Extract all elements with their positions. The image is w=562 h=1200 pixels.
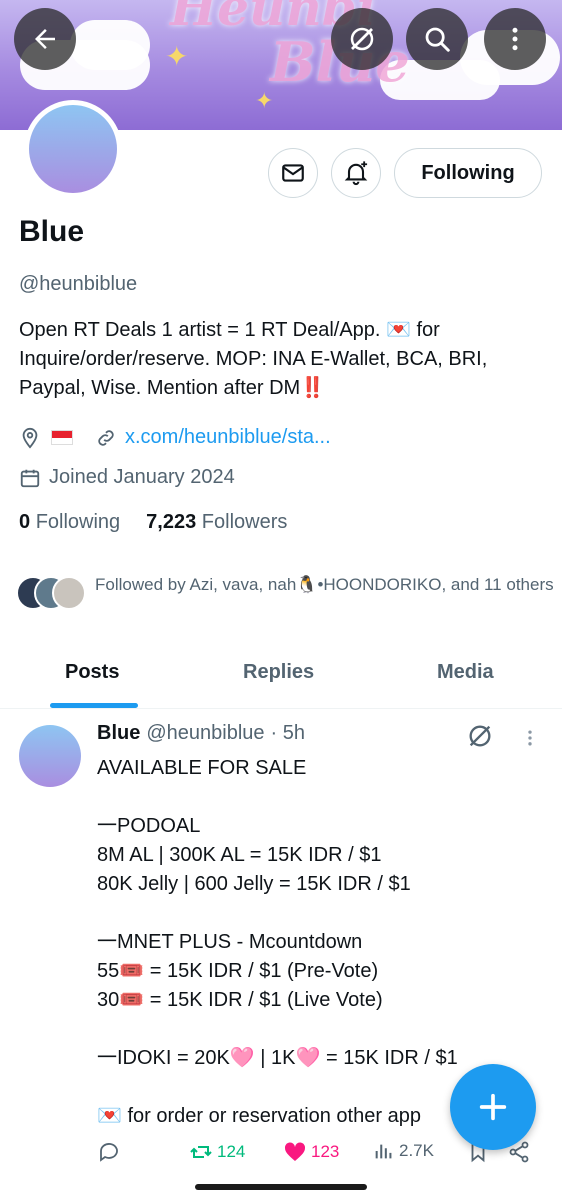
post-author-name[interactable]: Blue xyxy=(97,722,140,745)
back-button[interactable] xyxy=(14,8,76,70)
profile-avatar[interactable] xyxy=(24,100,122,198)
like-count: 123 xyxy=(311,1142,340,1161)
tab-media[interactable]: Media xyxy=(437,661,494,684)
bell-plus-icon xyxy=(344,161,368,186)
retweet-icon xyxy=(190,1146,212,1158)
search-button[interactable] xyxy=(406,8,468,70)
followers-count[interactable]: 7,223 Followers xyxy=(146,511,287,534)
retweet-count: 124 xyxy=(217,1142,246,1161)
grok-icon xyxy=(350,27,374,51)
more-button[interactable] xyxy=(484,8,546,70)
joined-row: Joined January 2024 xyxy=(19,466,235,489)
message-button[interactable] xyxy=(268,148,318,198)
location-icon xyxy=(22,427,38,449)
calendar-icon xyxy=(20,469,40,487)
tab-indicator xyxy=(50,703,138,708)
followed-by-text: Followed by Azi, vava, nah🐧•HOONDORIKO, … xyxy=(95,575,554,594)
following-count[interactable]: 0 Following xyxy=(19,511,120,534)
plus-icon xyxy=(479,1093,507,1121)
tab-replies[interactable]: Replies xyxy=(243,661,314,684)
grok-icon[interactable] xyxy=(466,722,494,750)
reply-button[interactable] xyxy=(97,1140,121,1164)
post-author-handle[interactable]: @heunbiblue xyxy=(146,722,264,745)
post-time: · 5h xyxy=(270,722,305,744)
joined-date: Joined January 2024 xyxy=(49,466,235,488)
compose-button[interactable] xyxy=(450,1064,536,1150)
views-button[interactable]: 2.7K xyxy=(373,1140,434,1162)
follow-counts: 0 Following 7,223 Followers xyxy=(19,511,287,534)
home-indicator[interactable] xyxy=(195,1184,367,1190)
profile-bio: Open RT Deals 1 artist = 1 RT Deal/App. … xyxy=(19,319,488,399)
tab-posts[interactable]: Posts xyxy=(65,661,119,684)
views-icon xyxy=(375,1144,392,1159)
mail-icon xyxy=(282,164,304,182)
post-header: Blue @heunbiblue · 5h xyxy=(97,722,305,745)
notify-button[interactable] xyxy=(331,148,381,198)
views-count: 2.7K xyxy=(399,1141,434,1160)
follower-avatar xyxy=(52,576,86,610)
following-button[interactable]: Following xyxy=(394,148,542,198)
flag-icon xyxy=(51,430,73,445)
post-avatar[interactable] xyxy=(19,725,81,787)
link-icon xyxy=(98,429,114,446)
profile-link[interactable]: x.com/heunbiblue/sta... xyxy=(125,426,331,449)
search-icon xyxy=(425,27,450,52)
like-button[interactable]: 123 xyxy=(283,1140,339,1164)
following-button-label: Following xyxy=(421,161,515,184)
grok-button[interactable] xyxy=(331,8,393,70)
profile-handle: @heunbiblue xyxy=(19,273,138,295)
heart-icon xyxy=(284,1142,306,1161)
location-row: x.com/heunbiblue/sta... xyxy=(19,426,331,449)
profile-tabs: Posts Replies Media xyxy=(0,645,562,709)
more-vertical-icon xyxy=(512,27,518,51)
back-arrow-icon xyxy=(35,29,55,49)
more-vertical-icon[interactable] xyxy=(520,726,540,750)
profile-name: Blue xyxy=(19,215,85,248)
retweet-button[interactable]: 124 xyxy=(189,1140,245,1164)
reply-icon xyxy=(100,1143,118,1162)
